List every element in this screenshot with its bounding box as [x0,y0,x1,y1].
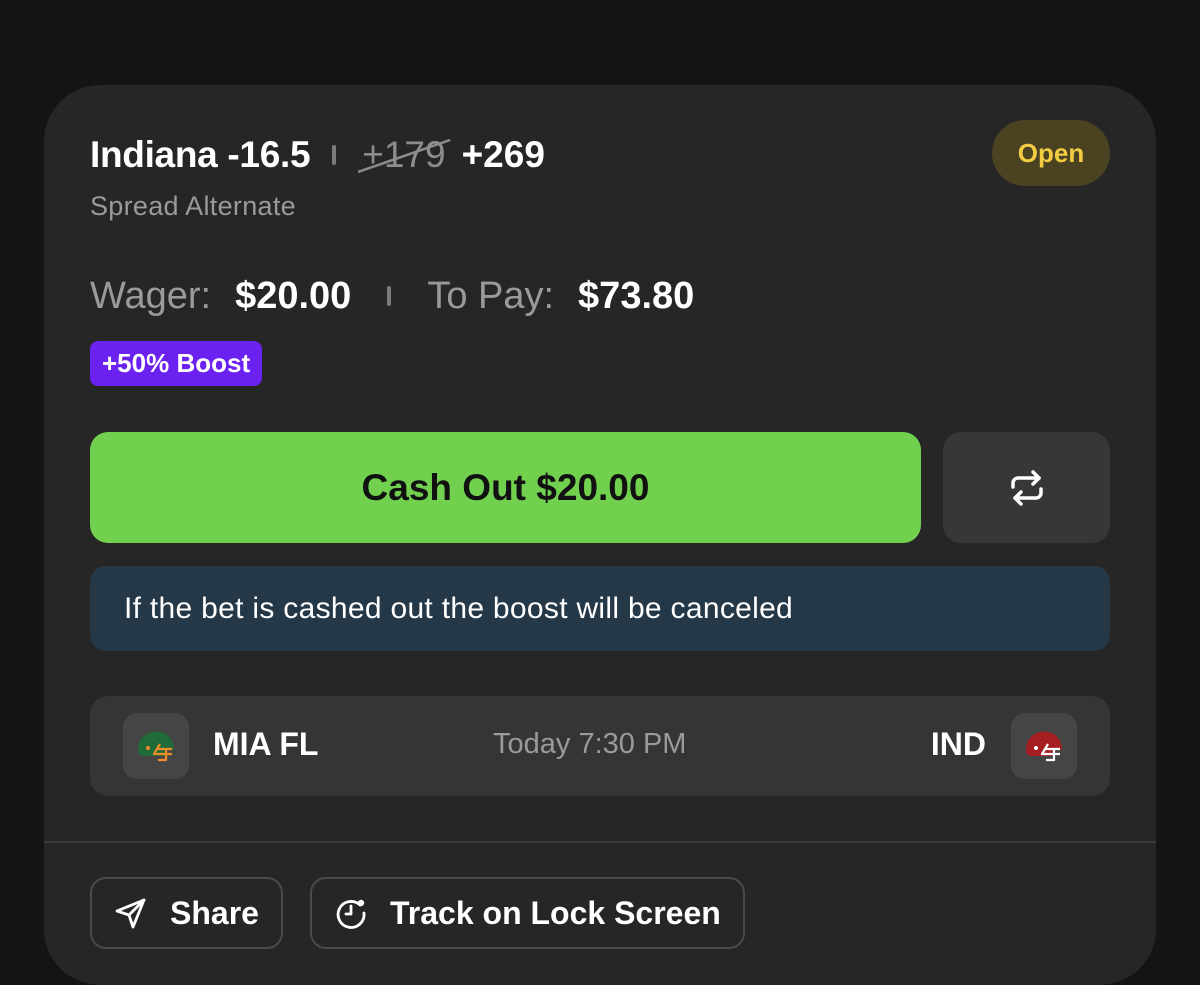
share-label: Share [170,894,259,931]
market-type: Spread Alternate [90,191,296,221]
home-team-logo [1011,713,1077,779]
original-odds: +179 [358,134,451,176]
to-pay-label: To Pay: [427,274,555,317]
wager-label: Wager: [90,274,212,317]
strikethrough-line [358,138,451,174]
swap-button[interactable] [943,432,1110,543]
game-info[interactable]: MIA FL Today 7:30 PM IND [90,696,1110,796]
send-paper-plane-icon [115,898,146,929]
cash-out-warning: If the bet is cashed out the boost will … [90,566,1110,651]
bet-selection: Indiana -16.5 [90,134,311,175]
bet-header: Indiana -16.5 +179 +269 [90,133,545,177]
share-button[interactable]: Share [90,877,283,949]
football-helmet-icon [1026,731,1062,762]
status-badge: Open [992,120,1110,186]
wager-value: $20.00 [235,274,352,317]
divider [332,145,337,165]
away-team-name: MIA FL [213,726,319,762]
boost-badge: +50% Boost [90,341,263,386]
away-team-logo [123,713,189,779]
home-team-name: IND [930,726,986,762]
bet-card: Indiana -16.5 +179 +269 Open Spread Alte… [44,85,1156,985]
cash-out-button[interactable]: Cash Out $20.00 [90,432,921,543]
track-label: Track on Lock Screen [390,894,721,931]
boosted-odds: +269 [461,134,545,175]
section-divider [44,841,1156,843]
to-pay-value: $73.80 [578,274,695,317]
lock-screen-clock-icon [336,899,366,929]
swap-arrows-icon [1010,469,1043,506]
bet-amounts: Wager: $20.00 To Pay: $73.80 [90,273,694,319]
football-helmet-icon [138,731,174,762]
track-lock-screen-button[interactable]: Track on Lock Screen [310,877,745,949]
divider [387,286,392,306]
game-time: Today 7:30 PM [493,728,687,760]
